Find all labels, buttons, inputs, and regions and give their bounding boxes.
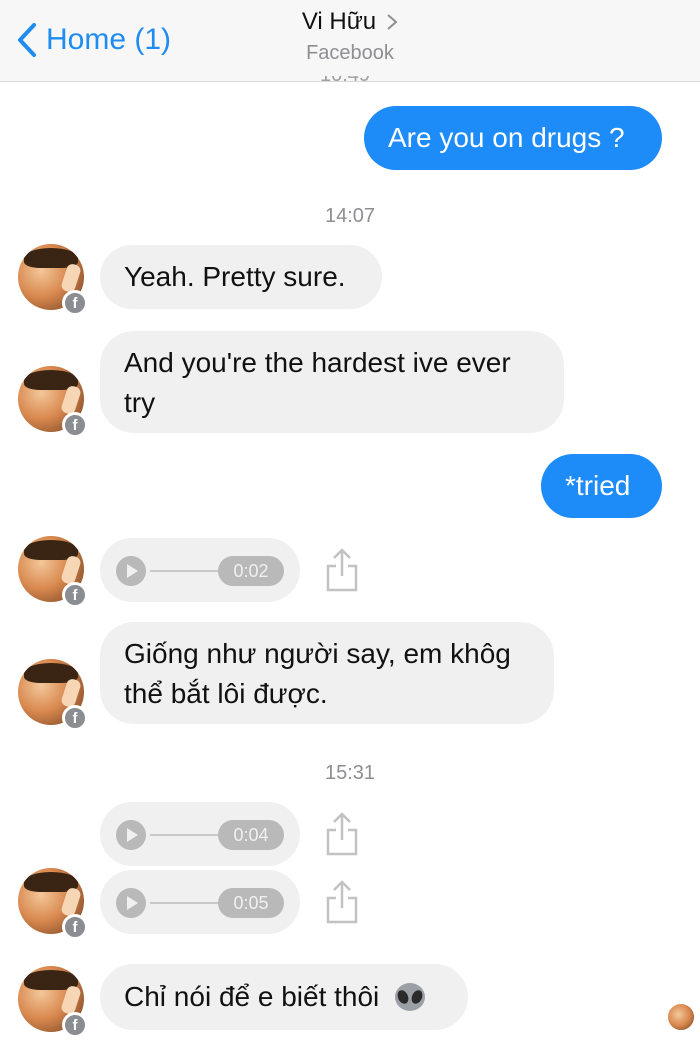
chevron-right-icon (387, 14, 398, 30)
share-button[interactable] (324, 812, 360, 856)
message-text: Are you on drugs ? (388, 122, 625, 153)
facebook-badge-icon: f (62, 1012, 88, 1038)
conversation-title[interactable]: Vi Hữu Facebook (0, 8, 700, 65)
avatar[interactable]: f (18, 244, 88, 316)
outgoing-message[interactable]: *tried (541, 454, 662, 518)
message-text: Giống như người say, em khôg thể bắt lôi… (124, 638, 511, 709)
timestamp: 15:31 (324, 762, 376, 784)
voice-message[interactable]: 0:04 (100, 802, 300, 866)
facebook-badge-icon: f (62, 290, 88, 316)
voice-message[interactable]: 0:05 (100, 870, 300, 934)
contact-subtitle: Facebook (306, 42, 394, 64)
incoming-message[interactable]: And you're the hardest ive ever try (100, 331, 564, 433)
partial-timestamp: 10:49 (320, 76, 380, 88)
play-icon[interactable] (116, 820, 146, 850)
incoming-message[interactable]: Giống như người say, em khôg thể bắt lôi… (100, 622, 554, 724)
audio-duration: 0:02 (218, 556, 284, 586)
facebook-badge-icon: f (62, 412, 88, 438)
avatar[interactable]: f (18, 536, 88, 608)
avatar[interactable]: f (18, 868, 88, 940)
play-icon[interactable] (116, 888, 146, 918)
voice-message[interactable]: 0:02 (100, 538, 300, 602)
seen-avatar (666, 1002, 696, 1032)
message-text: *tried (565, 470, 631, 501)
share-button[interactable] (324, 880, 360, 924)
share-icon (326, 812, 358, 856)
share-icon (326, 880, 358, 924)
facebook-badge-icon: f (62, 914, 88, 940)
message-text: Yeah. Pretty sure. (124, 261, 346, 292)
message-text: And you're the hardest ive ever try (124, 347, 511, 418)
incoming-message[interactable]: Chỉ nói để e biết thôi (100, 964, 468, 1030)
contact-name: Vi Hữu (301, 8, 377, 35)
avatar[interactable]: f (18, 659, 88, 731)
share-button[interactable] (324, 548, 360, 592)
facebook-badge-icon: f (62, 705, 88, 731)
avatar[interactable]: f (18, 966, 88, 1038)
avatar[interactable]: f (18, 366, 88, 438)
facebook-badge-icon: f (62, 582, 88, 608)
audio-duration: 0:04 (218, 820, 284, 850)
incoming-message[interactable]: Yeah. Pretty sure. (100, 245, 382, 309)
audio-duration: 0:05 (218, 888, 284, 918)
timestamp: 14:07 (324, 205, 376, 227)
nav-bar: Home (1) Vi Hữu Facebook (0, 0, 700, 82)
outgoing-message[interactable]: Are you on drugs ? (364, 106, 662, 170)
alien-emoji-icon (395, 983, 426, 1011)
share-icon (326, 548, 358, 592)
message-text: Chỉ nói để e biết thôi (124, 981, 380, 1012)
play-icon[interactable] (116, 556, 146, 586)
